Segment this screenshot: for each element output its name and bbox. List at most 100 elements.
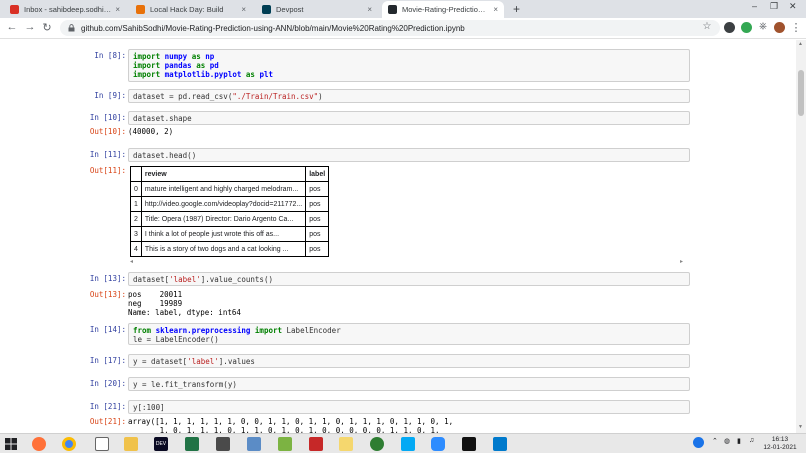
table-cell: pos: [305, 181, 330, 197]
tab-title: Devpost: [276, 5, 304, 14]
devpost-icon: [262, 5, 271, 14]
file-icon[interactable]: [95, 437, 109, 451]
output-prompt: Out[11]:: [89, 166, 126, 175]
chrome-icon[interactable]: [62, 437, 76, 451]
firefox-icon[interactable]: [32, 437, 46, 451]
output-text: pos 20011 neg 19989 Name: label, dtype: …: [128, 290, 241, 317]
screen-icon[interactable]: [401, 437, 415, 451]
input-prompt: In [10]:: [89, 113, 126, 122]
input-prompt: In [14]:: [89, 325, 126, 334]
terminal-icon[interactable]: [462, 437, 476, 451]
wifi-icon[interactable]: ◍: [724, 437, 730, 445]
excel-icon[interactable]: [185, 437, 199, 451]
table-cell: 0: [130, 181, 142, 197]
page-scrollbar[interactable]: ▲ ▼: [796, 40, 806, 433]
code-editor[interactable]: y = le.fit_transform(y): [128, 377, 690, 391]
app-icon[interactable]: [278, 437, 292, 451]
code-token: ): [318, 92, 323, 101]
code-editor[interactable]: dataset.head(): [128, 148, 690, 162]
bookmark-star-icon[interactable]: ☆: [700, 21, 714, 32]
tab-title: Movie-Rating-Prediction-using-ANN: [402, 5, 489, 14]
profile-avatar[interactable]: [774, 22, 785, 33]
new-tab-button[interactable]: +: [513, 2, 520, 16]
volume-icon[interactable]: ♫: [749, 437, 754, 444]
code-token: from: [133, 326, 156, 335]
output-horizontal-scrollbar[interactable]: ◂ ▸: [130, 258, 686, 266]
code-editor[interactable]: from sklearn.preprocessing import LabelE…: [128, 323, 690, 345]
code-token: np: [205, 52, 215, 61]
code-token: y = dataset[: [133, 357, 188, 366]
windows-start-icon[interactable]: [5, 438, 17, 450]
table-cell: pos: [305, 211, 330, 227]
matlab-icon[interactable]: [309, 437, 323, 451]
input-prompt: In [11]:: [89, 150, 126, 159]
minimize-button[interactable]: –: [752, 1, 757, 11]
code-editor[interactable]: dataset = pd.read_csv("./Train/Train.csv…: [128, 89, 690, 103]
tray-chevron-icon[interactable]: ⌃: [712, 437, 718, 445]
code-token: sklearn.preprocessing: [155, 326, 251, 335]
dev-icon[interactable]: DEV: [154, 437, 168, 451]
back-button[interactable]: ←: [5, 21, 19, 33]
menu-kebab-icon[interactable]: ⋮: [789, 21, 803, 34]
github-icon: [388, 5, 397, 14]
address-bar[interactable]: github.com/SahibSodhi/Movie-Rating-Predi…: [60, 20, 720, 36]
code-token: as: [191, 61, 210, 70]
table-cell: mature intelligent and highly charged me…: [140, 181, 307, 197]
scroll-right-icon[interactable]: ▸: [680, 258, 683, 265]
code-token: import: [133, 61, 165, 70]
pencil-icon: [136, 5, 145, 14]
grammarly-icon[interactable]: [741, 22, 752, 33]
close-window-button[interactable]: ✕: [789, 1, 797, 12]
code-token: LabelEncoder: [286, 326, 341, 335]
battery-icon[interactable]: ▮: [737, 437, 741, 445]
output-text: array([1, 1, 1, 1, 1, 1, 0, 0, 1, 1, 0, …: [128, 417, 454, 433]
code-editor[interactable]: y[:100]: [128, 400, 690, 414]
code-token: matplotlib.pyplot: [164, 70, 242, 79]
code-editor[interactable]: dataset['label'].value_counts(): [128, 272, 690, 286]
maximize-button[interactable]: ❐: [770, 1, 778, 12]
extensions-puzzle-icon[interactable]: ⎈: [756, 21, 770, 32]
code-token: le = LabelEncoder(): [133, 335, 219, 344]
extension-icon[interactable]: [724, 22, 735, 33]
browser-tab[interactable]: Movie-Rating-Prediction-using-ANN ×: [382, 1, 504, 18]
utorrent-icon[interactable]: [370, 437, 384, 451]
table-cell: pos: [305, 241, 330, 257]
reload-button[interactable]: ↻: [40, 21, 54, 34]
browser-tab[interactable]: Inbox - sahibdeep.sodhi@quantiq×: [4, 1, 126, 18]
table-header-row: review label: [130, 166, 330, 182]
zoom-icon[interactable]: [431, 437, 445, 451]
tab-close-icon[interactable]: ×: [367, 5, 372, 14]
code-token: 'label': [187, 357, 219, 366]
sublime-text-icon[interactable]: [216, 437, 230, 451]
code-token: ].values: [218, 357, 255, 366]
code-editor[interactable]: y = dataset['label'].values: [128, 354, 690, 368]
forward-button[interactable]: →: [23, 21, 37, 33]
tab-close-icon[interactable]: ×: [493, 5, 498, 14]
help-icon[interactable]: [693, 437, 704, 448]
input-prompt: In [8]:: [94, 51, 126, 60]
code-editor[interactable]: import numpy as np import pandas as pd i…: [128, 49, 690, 82]
browser-tab[interactable]: Devpost ×: [256, 1, 378, 18]
table-cell: This is a story of two dogs and a cat lo…: [140, 241, 307, 257]
table-cell: 3: [130, 226, 142, 242]
code-token: y[:100]: [133, 403, 165, 412]
vscode-icon[interactable]: [493, 437, 507, 451]
input-prompt: In [17]:: [89, 356, 126, 365]
notes-icon[interactable]: [339, 437, 353, 451]
file-explorer-icon[interactable]: [124, 437, 138, 451]
scrollbar-thumb[interactable]: [798, 70, 804, 116]
browser-tab[interactable]: Local Hack Day: Build ×: [130, 1, 252, 18]
scroll-down-icon[interactable]: ▼: [798, 424, 803, 430]
system-clock[interactable]: 16:13 12-01-2021: [762, 436, 798, 452]
table-row: 1 http://video.google.com/videoplay?docid…: [130, 196, 330, 212]
code-editor[interactable]: dataset.shape: [128, 111, 690, 125]
tab-close-icon[interactable]: ×: [241, 5, 246, 14]
virtualbox-icon[interactable]: [247, 437, 261, 451]
output-prompt: Out[21]:: [89, 417, 126, 426]
tab-title: Local Hack Day: Build: [150, 5, 224, 14]
tab-close-icon[interactable]: ×: [115, 5, 120, 14]
tab-title: Inbox - sahibdeep.sodhi@quantiq: [24, 5, 112, 14]
scroll-left-icon[interactable]: ◂: [130, 258, 133, 265]
scroll-up-icon[interactable]: ▲: [798, 41, 803, 47]
clock-time: 16:13: [771, 436, 789, 443]
